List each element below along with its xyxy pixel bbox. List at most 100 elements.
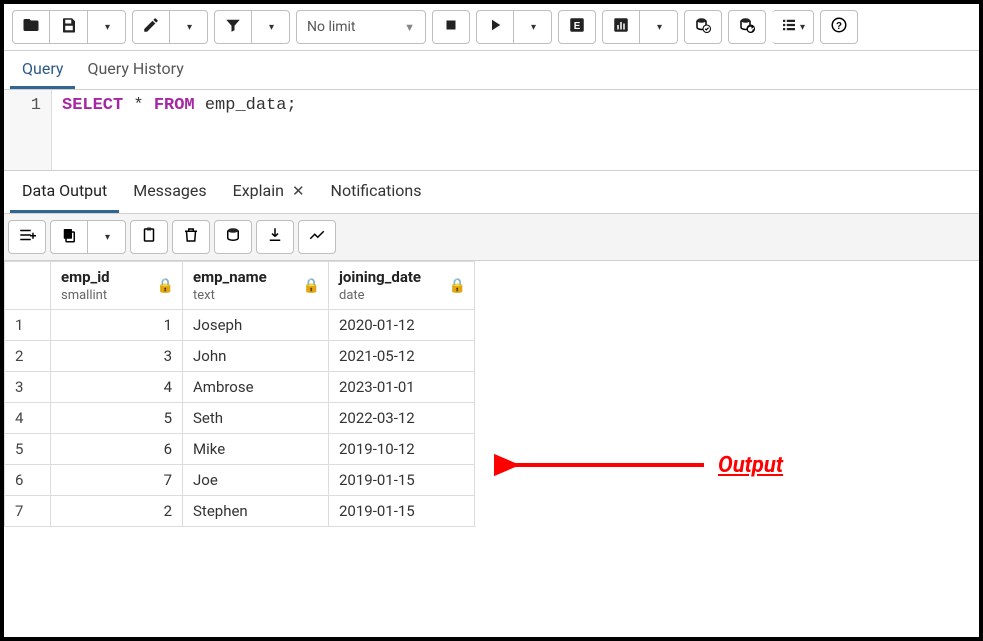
cell-joining-date[interactable]: 2020-01-12 <box>329 310 475 341</box>
table-row[interactable]: 11Joseph2020-01-12 <box>5 310 475 341</box>
open-file-button[interactable] <box>12 10 50 44</box>
cell-emp-name[interactable]: Mike <box>183 434 329 465</box>
chevron-down-icon: ▾ <box>105 232 110 243</box>
run-group: ▾ <box>476 10 552 44</box>
clipboard-icon <box>140 226 158 249</box>
pencil-icon <box>142 16 160 39</box>
result-grid[interactable]: emp_id smallint 🔒 emp_name text 🔒 joinin… <box>4 261 475 527</box>
filter-dropdown-button[interactable]: ▾ <box>252 10 290 44</box>
analyze-button[interactable] <box>602 10 640 44</box>
save-data-button[interactable] <box>214 220 252 254</box>
limit-combo[interactable]: No limit ▼ <box>296 10 426 44</box>
macros-group: ▾ <box>772 10 814 44</box>
save-icon <box>60 16 78 39</box>
cell-emp-name[interactable]: Ambrose <box>183 372 329 403</box>
main-toolbar: ▾ ▾ ▾ No limit ▼ ▾ E ▾ ▾ ? <box>4 4 979 51</box>
tab-query-history[interactable]: Query History <box>75 51 195 89</box>
caret-down-icon: ▼ <box>404 21 415 34</box>
add-row-button[interactable] <box>8 220 46 254</box>
table-row[interactable]: 45Seth2022-03-12 <box>5 403 475 434</box>
download-button[interactable] <box>256 220 294 254</box>
editor-code[interactable]: SELECT * FROM emp_data; <box>52 90 307 170</box>
delete-row-button[interactable] <box>172 220 210 254</box>
svg-text:E: E <box>574 20 581 31</box>
table-row[interactable]: 67Joe2019-01-15 <box>5 465 475 496</box>
rollback-button[interactable] <box>728 10 766 44</box>
cell-emp-name[interactable]: Joseph <box>183 310 329 341</box>
table-row[interactable]: 72Stephen2019-01-15 <box>5 496 475 527</box>
table-row[interactable]: 23John2021-05-12 <box>5 341 475 372</box>
cell-joining-date[interactable]: 2023-01-01 <box>329 372 475 403</box>
query-tabs: Query Query History <box>4 51 979 90</box>
close-icon[interactable]: ✕ <box>292 182 305 200</box>
col-header-emp-name[interactable]: emp_name text 🔒 <box>183 262 329 310</box>
kw-select: SELECT <box>62 96 123 115</box>
analyze-dropdown-button[interactable]: ▾ <box>640 10 678 44</box>
svg-text:?: ? <box>836 20 842 31</box>
chevron-down-icon: ▾ <box>187 22 192 33</box>
lock-icon: 🔒 <box>449 278 466 294</box>
cell-joining-date[interactable]: 2019-01-15 <box>329 496 475 527</box>
cell-emp-id[interactable]: 6 <box>51 434 183 465</box>
help-button[interactable]: ? <box>820 10 858 44</box>
graph-visualizer-button[interactable] <box>298 220 336 254</box>
cell-joining-date[interactable]: 2019-10-12 <box>329 434 475 465</box>
copy-button[interactable] <box>50 220 88 254</box>
cell-emp-id[interactable]: 2 <box>51 496 183 527</box>
cell-emp-id[interactable]: 4 <box>51 372 183 403</box>
line-chart-icon <box>308 226 326 249</box>
cell-joining-date[interactable]: 2019-01-15 <box>329 465 475 496</box>
tab-explain[interactable]: Explain✕ <box>221 171 317 213</box>
tab-data-output[interactable]: Data Output <box>10 171 119 213</box>
copy-dropdown-button[interactable]: ▾ <box>88 220 126 254</box>
explain-e-icon: E <box>568 16 586 39</box>
explain-button[interactable]: E <box>558 10 596 44</box>
cell-emp-name[interactable]: Stephen <box>183 496 329 527</box>
col-header-joining-date[interactable]: joining_date date 🔒 <box>329 262 475 310</box>
paste-button[interactable] <box>130 220 168 254</box>
row-corner <box>5 262 51 310</box>
macros-button[interactable]: ▾ <box>772 10 814 44</box>
annotation-label: Output <box>718 453 783 478</box>
open-save-group: ▾ <box>12 10 126 44</box>
cell-emp-name[interactable]: Seth <box>183 403 329 434</box>
row-number: 5 <box>5 434 51 465</box>
col-header-emp-id[interactable]: emp_id smallint 🔒 <box>51 262 183 310</box>
cell-joining-date[interactable]: 2022-03-12 <box>329 403 475 434</box>
tab-messages[interactable]: Messages <box>121 171 218 213</box>
filter-button[interactable] <box>214 10 252 44</box>
lock-icon: 🔒 <box>157 278 174 294</box>
tab-query[interactable]: Query <box>10 51 75 89</box>
bar-chart-icon <box>612 16 630 39</box>
row-number: 4 <box>5 403 51 434</box>
row-number: 7 <box>5 496 51 527</box>
stop-button[interactable] <box>432 10 470 44</box>
tab-notifications[interactable]: Notifications <box>319 171 434 213</box>
edit-dropdown-button[interactable]: ▾ <box>170 10 208 44</box>
cell-emp-id[interactable]: 1 <box>51 310 183 341</box>
output-tabs: Data Output Messages Explain✕ Notificati… <box>4 170 979 214</box>
header-row: emp_id smallint 🔒 emp_name text 🔒 joinin… <box>5 262 475 310</box>
row-number: 1 <box>5 310 51 341</box>
output-toolbar: ▾ <box>4 214 979 261</box>
table-row[interactable]: 34Ambrose2023-01-01 <box>5 372 475 403</box>
save-dropdown-button[interactable]: ▾ <box>88 10 126 44</box>
cell-joining-date[interactable]: 2021-05-12 <box>329 341 475 372</box>
list-icon <box>780 16 798 39</box>
sql-editor[interactable]: 1 SELECT * FROM emp_data; <box>4 90 979 170</box>
run-dropdown-button[interactable]: ▾ <box>514 10 552 44</box>
table-row[interactable]: 56Mike2019-10-12 <box>5 434 475 465</box>
stop-icon <box>442 16 460 39</box>
run-button[interactable] <box>476 10 514 44</box>
cell-emp-name[interactable]: Joe <box>183 465 329 496</box>
edit-button[interactable] <box>132 10 170 44</box>
cell-emp-name[interactable]: John <box>183 341 329 372</box>
cell-emp-id[interactable]: 3 <box>51 341 183 372</box>
db-check-icon <box>694 16 712 39</box>
cell-emp-id[interactable]: 5 <box>51 403 183 434</box>
arrow-icon <box>494 450 714 480</box>
commit-button[interactable] <box>684 10 722 44</box>
save-button[interactable] <box>50 10 88 44</box>
chevron-down-icon: ▾ <box>531 22 536 33</box>
cell-emp-id[interactable]: 7 <box>51 465 183 496</box>
